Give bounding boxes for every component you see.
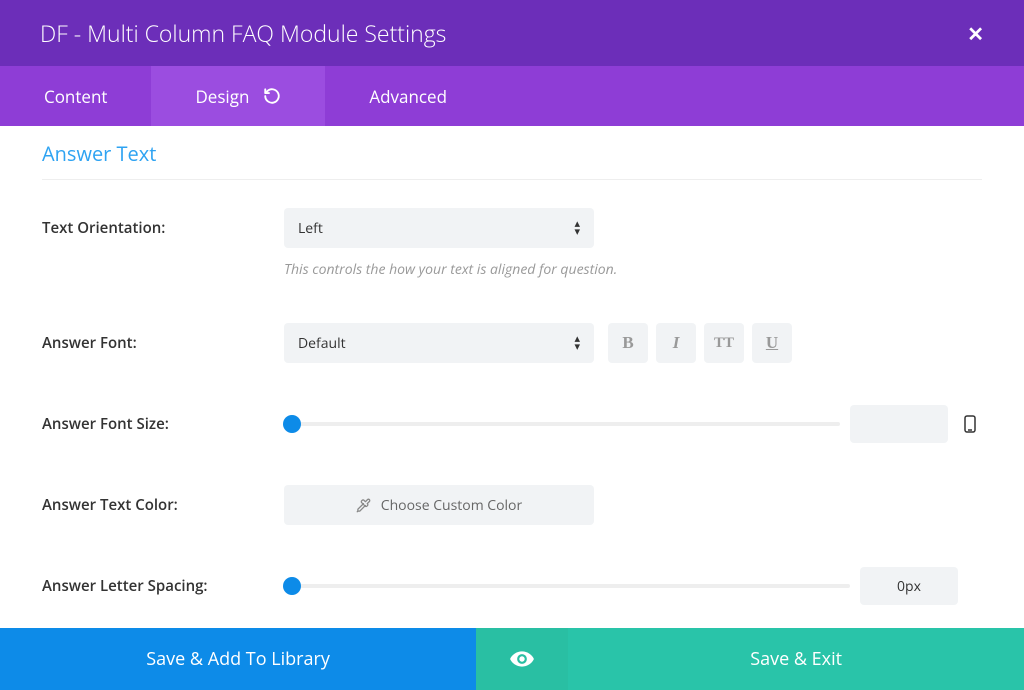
tab-design-label: Design: [195, 85, 249, 108]
tab-bar: Content Design Advanced: [0, 66, 1024, 126]
section-title: Answer Text: [0, 126, 1024, 179]
smallcaps-button[interactable]: TT: [704, 323, 744, 363]
close-button[interactable]: ✕: [967, 20, 984, 47]
choose-color-button[interactable]: Choose Custom Color: [284, 485, 594, 525]
select-text-orientation-value: Left: [298, 219, 323, 238]
module-title: DF - Multi Column FAQ Module Settings: [40, 17, 446, 49]
eye-icon: [509, 646, 535, 672]
preview-button[interactable]: [476, 628, 568, 690]
label-text-orientation: Text Orientation:: [42, 218, 284, 238]
font-style-group: B I TT U: [608, 323, 792, 363]
field-answer-text-color: Answer Text Color: Choose Custom Color: [0, 485, 1024, 525]
eyedropper-icon: [356, 498, 371, 513]
tab-advanced[interactable]: Advanced: [325, 66, 491, 126]
field-text-orientation: Text Orientation: Left ▴▾: [0, 208, 1024, 248]
slider-thumb[interactable]: [283, 415, 301, 433]
select-text-orientation[interactable]: Left ▴▾: [284, 208, 594, 248]
section-divider: [42, 179, 982, 180]
label-answer-font: Answer Font:: [42, 333, 284, 353]
help-text-orientation: This controls the how your text is align…: [0, 260, 1024, 279]
save-exit-button[interactable]: Save & Exit: [568, 628, 1024, 690]
save-add-library-button[interactable]: Save & Add To Library: [0, 628, 476, 690]
field-answer-font-size: Answer Font Size:: [0, 405, 1024, 443]
slider-letter-spacing[interactable]: [284, 584, 850, 588]
chevron-updown-icon: ▴▾: [574, 220, 580, 236]
slider-font-size[interactable]: [284, 422, 840, 426]
field-answer-letter-spacing: Answer Letter Spacing:: [0, 567, 1024, 605]
slider-thumb[interactable]: [283, 577, 301, 595]
label-answer-letter-spacing: Answer Letter Spacing:: [42, 576, 284, 596]
italic-button[interactable]: I: [656, 323, 696, 363]
select-answer-font-value: Default: [298, 334, 346, 353]
module-header: DF - Multi Column FAQ Module Settings ✕: [0, 0, 1024, 66]
revert-icon[interactable]: [263, 87, 281, 105]
tab-design[interactable]: Design: [151, 66, 325, 126]
field-answer-font: Answer Font: Default ▴▾ B I TT U: [0, 323, 1024, 363]
choose-color-label: Choose Custom Color: [381, 496, 522, 515]
input-font-size[interactable]: [850, 405, 948, 443]
responsive-icon[interactable]: [958, 405, 982, 443]
label-answer-font-size: Answer Font Size:: [42, 414, 284, 434]
bold-button[interactable]: B: [608, 323, 648, 363]
label-answer-text-color: Answer Text Color:: [42, 495, 284, 515]
underline-button[interactable]: U: [752, 323, 792, 363]
footer-bar: Save & Add To Library Save & Exit: [0, 628, 1024, 690]
chevron-updown-icon: ▴▾: [574, 335, 580, 351]
tab-content[interactable]: Content: [0, 66, 151, 126]
input-letter-spacing[interactable]: [860, 567, 958, 605]
select-answer-font[interactable]: Default ▴▾: [284, 323, 594, 363]
